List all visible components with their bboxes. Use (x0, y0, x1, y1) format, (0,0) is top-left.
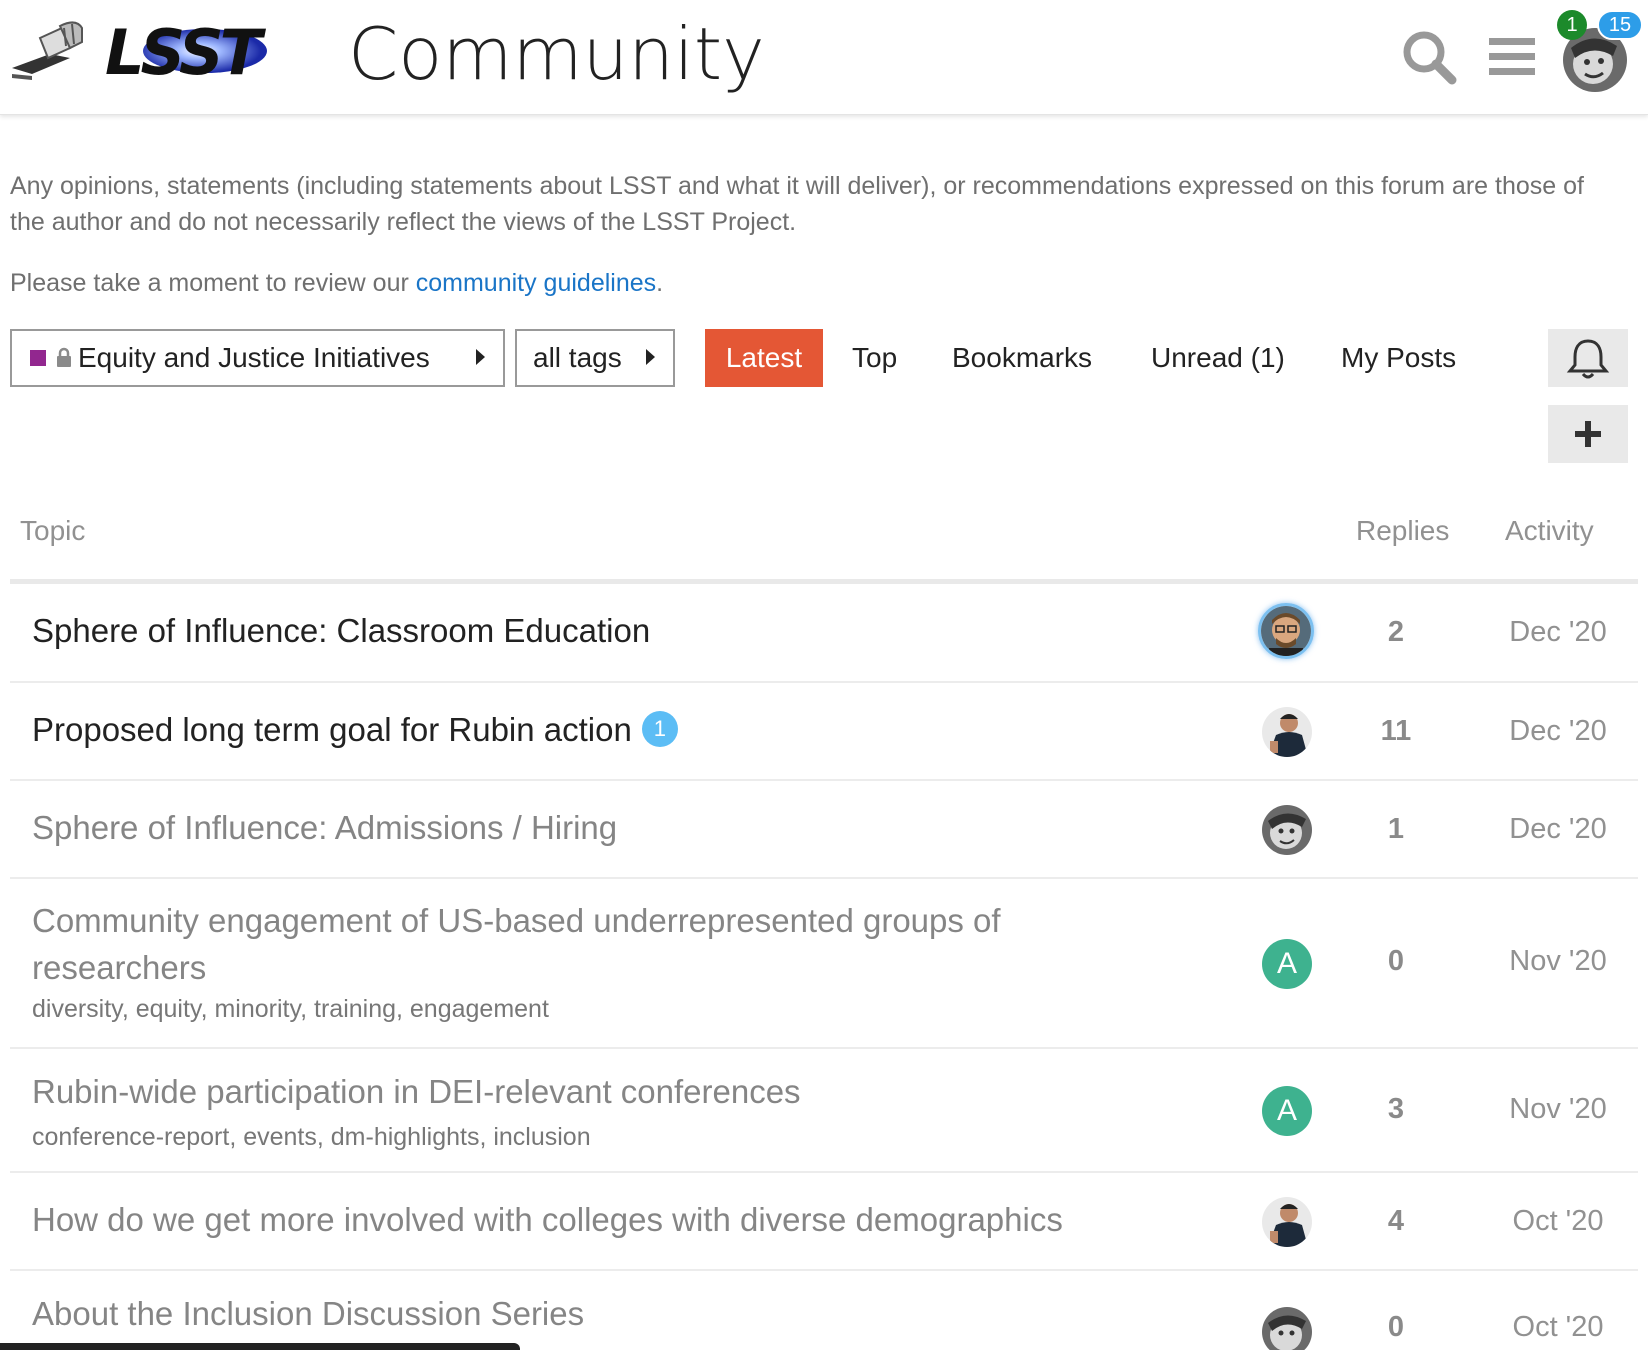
poster-avatar-image (1262, 1307, 1312, 1350)
column-header-activity[interactable]: Activity (1505, 515, 1594, 547)
tab-bookmarks[interactable]: Bookmarks (952, 329, 1092, 387)
category-label: Equity and Justice Initiatives (78, 342, 430, 373)
topic-title[interactable]: How do we get more involved with college… (32, 1201, 1063, 1239)
topic-title[interactable]: Proposed long term goal for Rubin action (32, 711, 632, 748)
bell-icon (1566, 339, 1610, 379)
caret-right-icon (476, 349, 485, 365)
poster-avatar[interactable] (1262, 1197, 1312, 1247)
activity-date[interactable]: Oct '20 (1488, 1205, 1628, 1238)
topic-tags[interactable]: diversity, equity, minority, training, e… (32, 995, 549, 1024)
tags-label: all tags (533, 342, 622, 373)
site-header: LSST Community 1 15 (0, 0, 1648, 115)
disclaimer-banner: Any opinions, statements (including stat… (10, 172, 1584, 236)
guidelines-suffix: . (656, 269, 664, 297)
new-posts-badge[interactable]: 1 (641, 711, 678, 748)
poster-avatar[interactable] (1258, 603, 1314, 659)
topic-tags[interactable]: conference-report, events, dm-highlights… (32, 1123, 591, 1152)
hamburger-menu-icon[interactable] (1485, 28, 1545, 86)
lock-icon (57, 347, 71, 367)
table-row: About the Inclusion Discussion Series 0 … (10, 1271, 1638, 1350)
topic-nav: Equity and Justice Initiatives all tags … (10, 329, 1640, 387)
poster-avatar-image (1262, 1197, 1312, 1247)
notification-level-button[interactable] (1548, 329, 1628, 387)
guidelines-prefix: Please take a moment to review our (10, 269, 416, 297)
reply-count[interactable]: 0 (1346, 1311, 1446, 1344)
telescope-logo-icon[interactable] (10, 18, 88, 80)
search-icon[interactable] (1400, 28, 1460, 86)
plus-icon (1575, 421, 1601, 447)
activity-date[interactable]: Dec '20 (1488, 813, 1628, 846)
topic-title[interactable]: Sphere of Influence: Classroom Education (32, 612, 650, 650)
reply-count[interactable]: 11 (1346, 715, 1446, 748)
tab-latest[interactable]: Latest (705, 329, 823, 387)
topic-title[interactable]: Sphere of Influence: Admissions / Hiring (32, 809, 617, 847)
activity-date[interactable]: Dec '20 (1488, 715, 1628, 748)
poster-avatar-image (1262, 805, 1312, 855)
caret-right-icon (646, 349, 655, 365)
reply-count[interactable]: 4 (1346, 1205, 1446, 1238)
category-dropdown[interactable]: Equity and Justice Initiatives (10, 329, 505, 387)
site-title[interactable]: Community (348, 14, 765, 94)
messages-badge[interactable]: 15 (1597, 10, 1643, 40)
table-row: Sphere of Influence: Admissions / Hiring… (10, 781, 1638, 879)
poster-avatar[interactable]: A (1262, 1086, 1312, 1136)
tab-top[interactable]: Top (852, 329, 897, 387)
topic-title-container: Proposed long term goal for Rubin action… (32, 711, 678, 753)
column-header-topic[interactable]: Topic (20, 515, 85, 547)
poster-avatar[interactable] (1262, 1307, 1312, 1350)
activity-date[interactable]: Dec '20 (1488, 616, 1628, 649)
notifications-badge[interactable]: 1 (1557, 10, 1587, 40)
tab-unread[interactable]: Unread (1) (1151, 329, 1285, 387)
activity-date[interactable]: Nov '20 (1488, 945, 1628, 978)
poster-avatar-image (1261, 606, 1311, 656)
reply-count[interactable]: 2 (1346, 616, 1446, 649)
new-topic-button[interactable] (1548, 405, 1628, 463)
tab-my-posts[interactable]: My Posts (1341, 329, 1456, 387)
table-row: Community engagement of US-based underre… (10, 879, 1638, 1049)
reply-count[interactable]: 0 (1346, 945, 1446, 978)
table-row: Rubin-wide participation in DEI-relevant… (10, 1049, 1638, 1173)
lsst-logo-text: LSST (105, 20, 267, 82)
reply-count[interactable]: 3 (1346, 1093, 1446, 1126)
table-row: Sphere of Influence: Classroom Education… (10, 584, 1638, 683)
bottom-scroll-shadow (0, 1343, 520, 1350)
lsst-logo[interactable]: LSST (105, 20, 330, 82)
topic-title[interactable]: About the Inclusion Discussion Series (32, 1295, 584, 1333)
poster-avatar[interactable]: A (1262, 939, 1312, 989)
topic-title[interactable]: Community engagement of US-based underre… (32, 897, 1092, 991)
table-row: Proposed long term goal for Rubin action… (10, 683, 1638, 781)
community-guidelines-link[interactable]: community guidelines (416, 269, 656, 297)
topic-title[interactable]: Rubin-wide participation in DEI-relevant… (32, 1073, 801, 1111)
poster-avatar[interactable] (1262, 805, 1312, 855)
tags-dropdown[interactable]: all tags (515, 329, 675, 387)
column-header-replies[interactable]: Replies (1356, 515, 1449, 547)
activity-date[interactable]: Oct '20 (1488, 1311, 1628, 1344)
reply-count[interactable]: 1 (1346, 813, 1446, 846)
table-row: How do we get more involved with college… (10, 1173, 1638, 1271)
guidelines-text: Please take a moment to review our commu… (10, 265, 663, 301)
activity-date[interactable]: Nov '20 (1488, 1093, 1628, 1126)
category-color-swatch (30, 349, 46, 366)
poster-avatar-image (1262, 707, 1312, 757)
poster-avatar[interactable] (1262, 707, 1312, 757)
